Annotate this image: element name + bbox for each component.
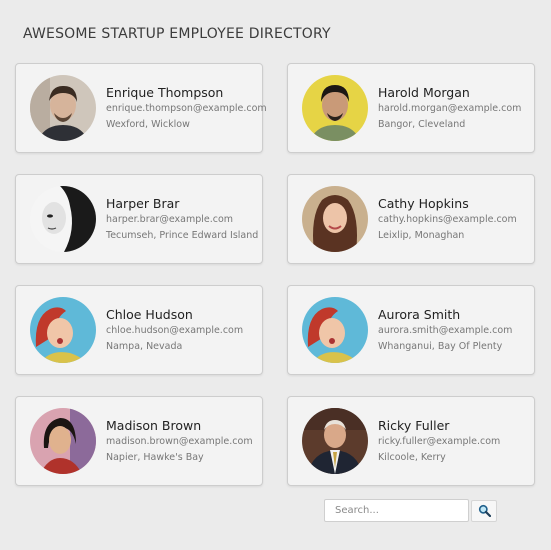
employee-location: Napier, Hawke's Bay	[106, 451, 204, 463]
employee-card[interactable]: Harper Brar harper.brar@example.com Tecu…	[15, 174, 263, 264]
employee-name: Madison Brown	[106, 417, 202, 433]
employee-email: harold.morgan@example.com	[378, 103, 522, 115]
employee-name: Harold Morgan	[378, 84, 470, 100]
avatar	[302, 186, 368, 252]
employee-location: Nampa, Nevada	[106, 340, 183, 352]
employee-name: Chloe Hudson	[106, 306, 193, 322]
employee-location: Wexford, Wicklow	[106, 118, 190, 130]
employee-email: ricky.fuller@example.com	[378, 436, 501, 448]
employee-card[interactable]: Madison Brown madison.brown@example.com …	[15, 396, 263, 486]
search-icon	[478, 502, 491, 521]
employee-card[interactable]: Ricky Fuller ricky.fuller@example.com Ki…	[287, 396, 535, 486]
employee-location: Whanganui, Bay Of Plenty	[378, 340, 503, 352]
employee-email: enrique.thompson@example.com	[106, 103, 267, 115]
employee-grid: Enrique Thompson enrique.thompson@exampl…	[15, 63, 535, 486]
search-input[interactable]	[324, 499, 469, 522]
employee-location: Leixlip, Monaghan	[378, 229, 465, 241]
employee-name: Harper Brar	[106, 195, 180, 211]
employee-card[interactable]: Harold Morgan harold.morgan@example.com …	[287, 63, 535, 153]
avatar	[30, 186, 96, 252]
employee-name: Ricky Fuller	[378, 417, 450, 433]
employee-card[interactable]: Chloe Hudson chloe.hudson@example.com Na…	[15, 285, 263, 375]
avatar	[302, 408, 368, 474]
employee-name: Enrique Thompson	[106, 84, 224, 100]
page-title: AWESOME STARTUP EMPLOYEE DIRECTORY	[23, 26, 331, 42]
employee-email: harper.brar@example.com	[106, 214, 234, 226]
avatar	[302, 297, 368, 363]
employee-location: Kilcoole, Kerry	[378, 451, 446, 463]
search-button[interactable]	[471, 500, 497, 522]
employee-email: aurora.smith@example.com	[378, 325, 513, 337]
employee-card[interactable]: Cathy Hopkins cathy.hopkins@example.com …	[287, 174, 535, 264]
employee-email: madison.brown@example.com	[106, 436, 253, 448]
employee-name: Aurora Smith	[378, 306, 461, 322]
employee-location: Tecumseh, Prince Edward Island	[106, 229, 259, 241]
avatar	[30, 75, 96, 141]
employee-email: cathy.hopkins@example.com	[378, 214, 517, 226]
avatar	[302, 75, 368, 141]
avatar	[30, 408, 96, 474]
employee-location: Bangor, Cleveland	[378, 118, 466, 130]
employee-card[interactable]: Enrique Thompson enrique.thompson@exampl…	[15, 63, 267, 153]
employee-name: Cathy Hopkins	[378, 195, 469, 211]
employee-card[interactable]: Aurora Smith aurora.smith@example.com Wh…	[287, 285, 535, 375]
avatar	[30, 297, 96, 363]
employee-email: chloe.hudson@example.com	[106, 325, 244, 337]
